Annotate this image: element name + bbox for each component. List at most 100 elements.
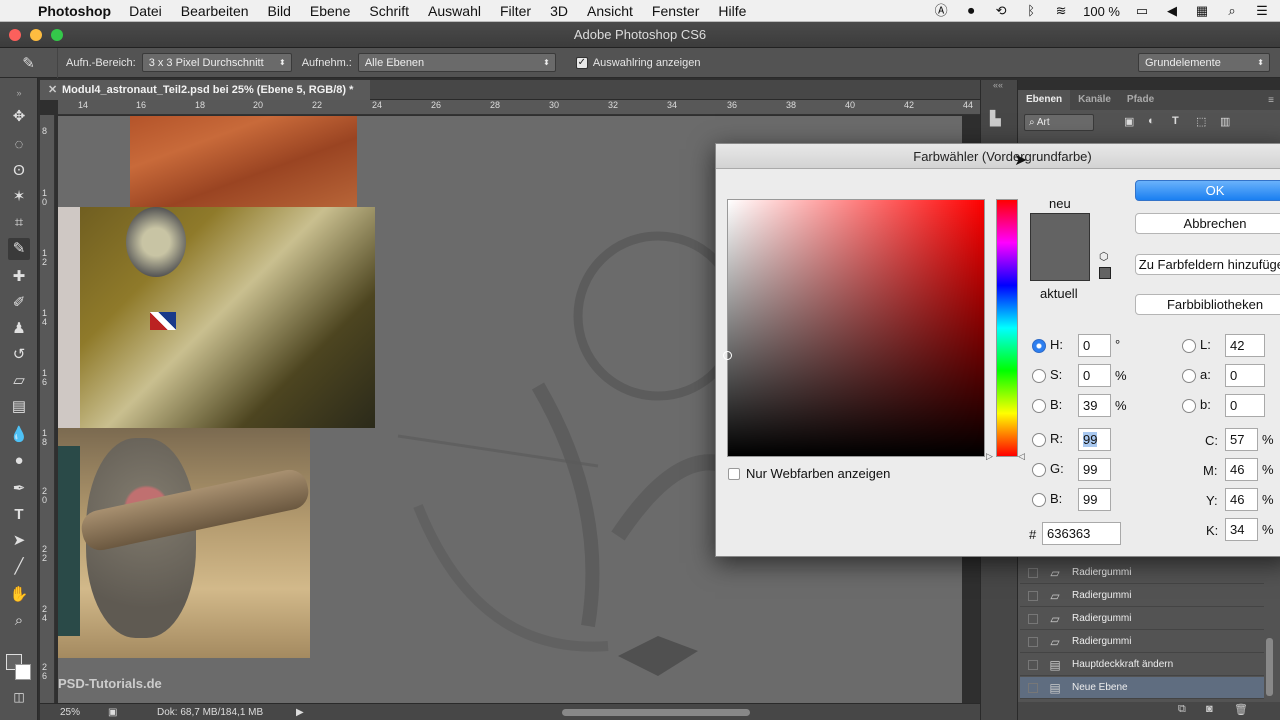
menu-datei[interactable]: Datei bbox=[129, 3, 162, 19]
sample-layers-select[interactable]: Alle Ebenen ⬍ bbox=[357, 53, 556, 72]
clone-stamp-tool-icon[interactable]: ♟ bbox=[8, 318, 30, 340]
minimize-window-button[interactable] bbox=[30, 29, 42, 41]
history-checkbox[interactable] bbox=[1028, 659, 1038, 670]
notification-center-icon[interactable]: ☰ bbox=[1254, 4, 1270, 18]
lab-a-radio[interactable] bbox=[1182, 369, 1196, 383]
lab-b-field[interactable]: 0 bbox=[1225, 394, 1265, 417]
healing-brush-tool-icon[interactable]: ✚ bbox=[8, 266, 30, 288]
crop-tool-icon[interactable]: ⌗ bbox=[8, 212, 30, 234]
zoom-tool-icon[interactable]: ⌕ bbox=[8, 610, 30, 632]
history-row[interactable]: ▤ Hauptdeckkraft ändern bbox=[1020, 654, 1264, 676]
menu-auswahl[interactable]: Auswahl bbox=[428, 3, 481, 19]
hue-radio[interactable] bbox=[1032, 339, 1046, 353]
add-to-swatches-button[interactable]: Zu Farbfeldern hinzufügen bbox=[1135, 254, 1280, 275]
blue-radio[interactable] bbox=[1032, 493, 1046, 507]
volume-icon[interactable]: ◀ bbox=[1164, 4, 1180, 18]
time-machine-icon[interactable]: ⟲ bbox=[993, 4, 1009, 18]
cancel-button[interactable]: Abbrechen bbox=[1135, 213, 1280, 234]
out-of-gamut-icon[interactable]: ⬡ bbox=[1099, 250, 1109, 263]
green-field[interactable]: 99 bbox=[1078, 458, 1111, 481]
collapse-dock-icon[interactable]: «« bbox=[993, 80, 1003, 90]
spotlight-icon[interactable]: ⌕ bbox=[1224, 4, 1240, 18]
history-checkbox[interactable] bbox=[1028, 613, 1038, 624]
tab-ebenen[interactable]: Ebenen bbox=[1018, 90, 1071, 110]
current-color-swatch[interactable] bbox=[1030, 247, 1090, 281]
tab-kanaele[interactable]: Kanäle bbox=[1070, 90, 1119, 110]
status-menu-arrow-icon[interactable]: ▶ bbox=[296, 704, 304, 720]
pen-tool-icon[interactable]: ✒ bbox=[8, 478, 30, 500]
lab-a-field[interactable]: 0 bbox=[1225, 364, 1265, 387]
menu-filter[interactable]: Filter bbox=[500, 3, 531, 19]
blur-tool-icon[interactable]: 💧 bbox=[8, 424, 30, 446]
panel-menu-icon[interactable]: ≡ bbox=[1268, 95, 1274, 106]
hue-slider-left-arrow-icon[interactable]: ▷ bbox=[986, 451, 993, 462]
zoom-window-button[interactable] bbox=[51, 29, 63, 41]
filter-type-icon[interactable]: T bbox=[1172, 115, 1179, 127]
saturation-brightness-field[interactable] bbox=[723, 199, 985, 457]
magenta-field[interactable]: 46 bbox=[1225, 458, 1258, 481]
history-row[interactable]: ▱ Radiergummi bbox=[1020, 608, 1264, 630]
eraser-tool-icon[interactable]: ▱ bbox=[8, 370, 30, 392]
hue-slider-right-arrow-icon[interactable]: ◁ bbox=[1018, 451, 1025, 462]
status-icon[interactable]: ▣ bbox=[108, 704, 117, 720]
background-color-swatch[interactable] bbox=[15, 664, 31, 680]
history-brush-tool-icon[interactable]: ↺ bbox=[8, 344, 30, 366]
type-tool-icon[interactable]: T bbox=[8, 504, 30, 526]
brightness-field[interactable]: 39 bbox=[1078, 394, 1111, 417]
web-safe-color-icon[interactable] bbox=[1099, 267, 1111, 279]
web-colors-only-checkbox[interactable] bbox=[728, 468, 740, 480]
lab-l-field[interactable]: 42 bbox=[1225, 334, 1265, 357]
red-radio[interactable] bbox=[1032, 433, 1046, 447]
menu-hilfe[interactable]: Hilfe bbox=[718, 3, 746, 19]
marquee-tool-icon[interactable]: ◌ bbox=[8, 134, 30, 156]
red-field[interactable]: 99 bbox=[1078, 428, 1111, 451]
history-row[interactable]: ▱ Radiergummi bbox=[1020, 562, 1264, 584]
menu-bearbeiten[interactable]: Bearbeiten bbox=[181, 3, 249, 19]
horizontal-scrollbar[interactable] bbox=[562, 709, 750, 716]
history-row[interactable]: ▱ Radiergummi bbox=[1020, 585, 1264, 607]
history-checkbox[interactable] bbox=[1028, 590, 1038, 601]
color-field-marker[interactable] bbox=[723, 351, 732, 360]
show-sampling-ring-checkbox[interactable]: ✓ bbox=[575, 56, 588, 69]
document-tab[interactable]: ✕ Modul4_astronaut_Teil2.psd bei 25% (Eb… bbox=[40, 80, 370, 100]
path-selection-tool-icon[interactable]: ➤ bbox=[8, 530, 30, 552]
close-window-button[interactable] bbox=[9, 29, 21, 41]
filter-smart-object-icon[interactable]: ▥ bbox=[1220, 115, 1230, 128]
menu-bild[interactable]: Bild bbox=[268, 3, 291, 19]
camera-icon[interactable]: ◙ bbox=[1206, 703, 1213, 715]
hue-slider[interactable] bbox=[996, 199, 1018, 457]
green-radio[interactable] bbox=[1032, 463, 1046, 477]
menu-schrift[interactable]: Schrift bbox=[369, 3, 409, 19]
screen-record-icon[interactable]: ⏺ bbox=[963, 4, 979, 18]
filter-pixel-icon[interactable]: ▣ bbox=[1124, 115, 1134, 128]
trash-icon[interactable]: 🗑 bbox=[1234, 703, 1248, 716]
history-checkbox[interactable] bbox=[1028, 567, 1038, 578]
sample-size-select[interactable]: 3 x 3 Pixel Durchschnitt ⬍ bbox=[141, 53, 292, 72]
menu-app-name[interactable]: Photoshop bbox=[38, 3, 111, 19]
tab-pfade[interactable]: Pfade bbox=[1119, 90, 1162, 110]
yellow-field[interactable]: 46 bbox=[1225, 488, 1258, 511]
magic-wand-tool-icon[interactable]: ✶ bbox=[8, 186, 30, 208]
line-tool-icon[interactable]: ╱ bbox=[8, 556, 30, 578]
history-checkbox[interactable] bbox=[1028, 682, 1038, 693]
brightness-radio[interactable] bbox=[1032, 399, 1046, 413]
saturation-field[interactable]: 0 bbox=[1078, 364, 1111, 387]
vertical-scrollbar[interactable] bbox=[1266, 638, 1273, 696]
lab-b-radio[interactable] bbox=[1182, 399, 1196, 413]
adobe-icon[interactable]: Ⓐ bbox=[933, 4, 949, 18]
menu-3d[interactable]: 3D bbox=[550, 3, 568, 19]
new-document-from-state-icon[interactable]: ⧉ bbox=[1178, 703, 1186, 716]
filter-shape-icon[interactable]: ⬚ bbox=[1196, 115, 1206, 128]
lasso-tool-icon[interactable]: ʘ bbox=[8, 160, 30, 182]
menu-fenster[interactable]: Fenster bbox=[652, 3, 699, 19]
hue-field[interactable]: 0 bbox=[1078, 334, 1111, 357]
ok-button[interactable]: OK bbox=[1135, 180, 1280, 201]
layer-filter-select[interactable]: ⌕ Art bbox=[1024, 114, 1094, 131]
quick-mask-icon[interactable]: ◫ bbox=[8, 686, 30, 708]
menu-ansicht[interactable]: Ansicht bbox=[587, 3, 633, 19]
history-row-selected[interactable]: ▤ Neue Ebene bbox=[1020, 677, 1264, 699]
battery-icon[interactable]: ▭ bbox=[1134, 4, 1150, 18]
hex-field[interactable]: 636363 bbox=[1042, 522, 1121, 545]
hand-tool-icon[interactable]: ✋ bbox=[8, 584, 30, 606]
workspace-select[interactable]: Grundelemente ⬍ bbox=[1138, 53, 1270, 72]
